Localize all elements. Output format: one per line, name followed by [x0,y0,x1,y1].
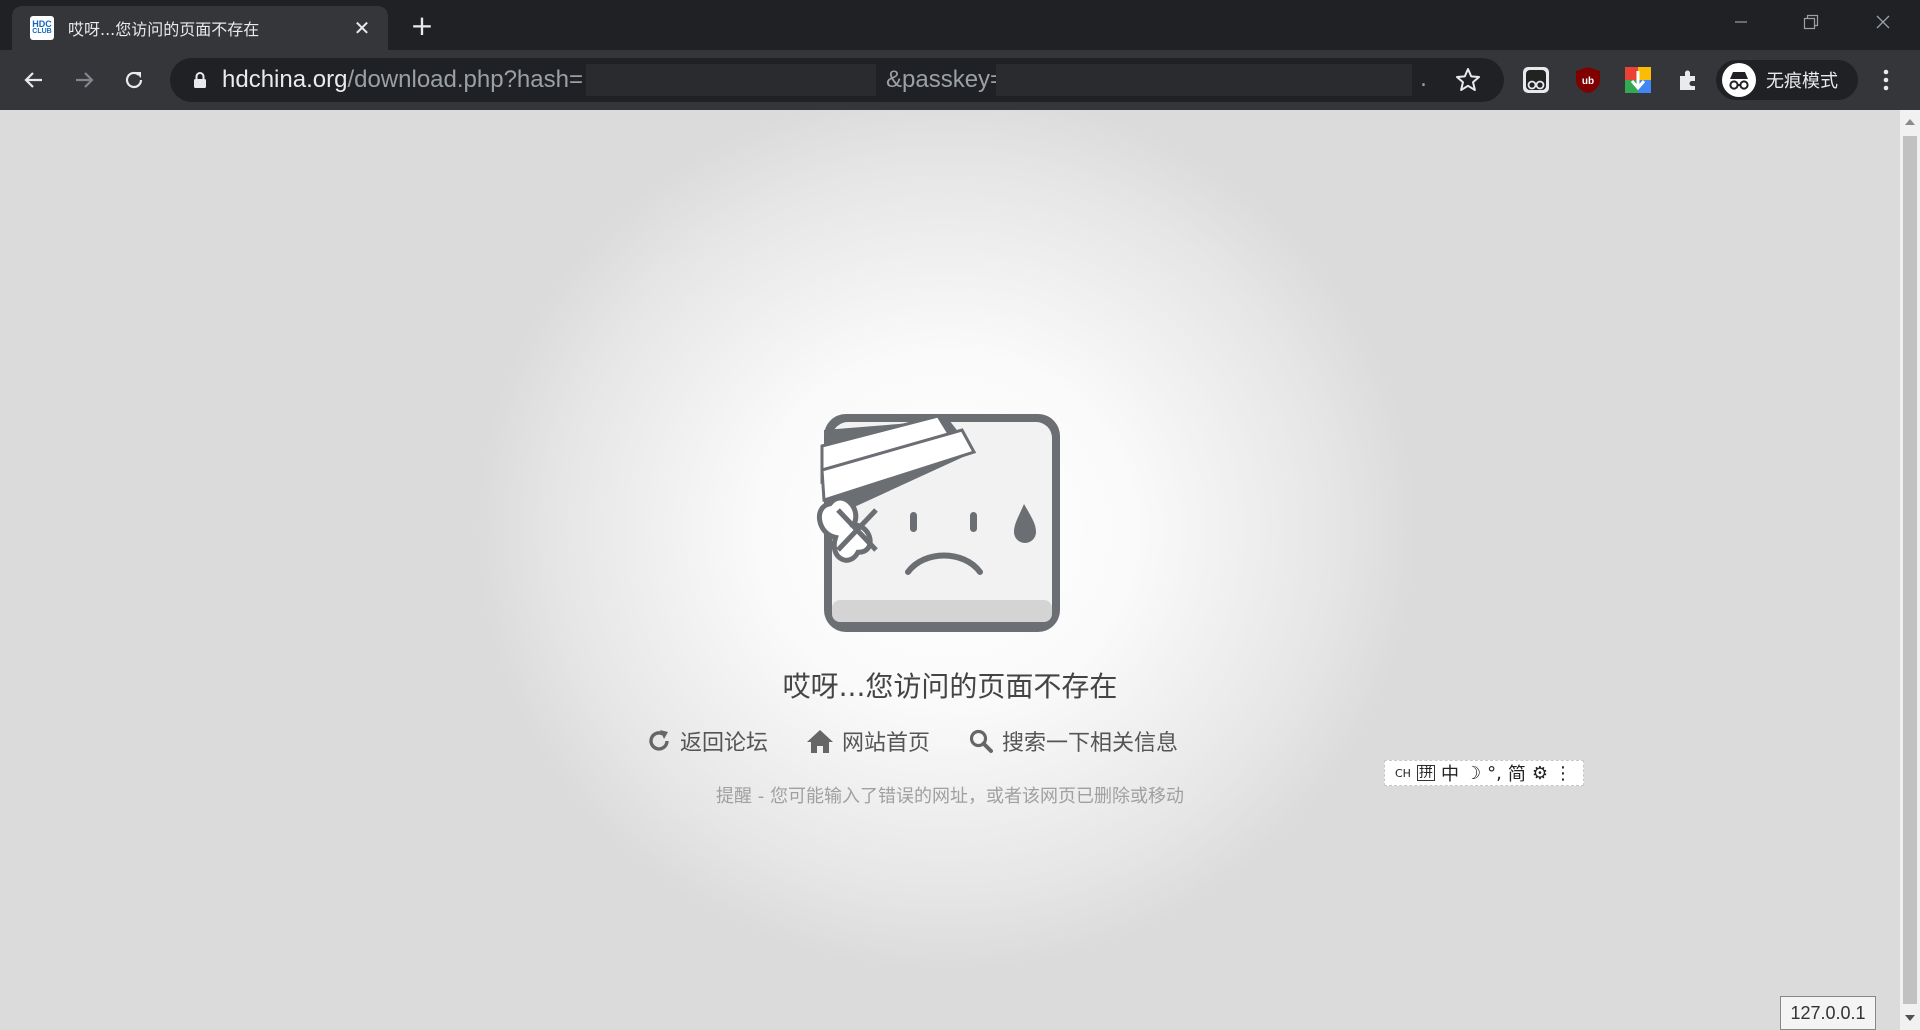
redacted-hash [586,64,876,96]
error-title: 哎呀...您访问的页面不存在 [782,670,1118,703]
incognito-label: 无痕模式 [1766,71,1838,92]
refresh-icon [649,730,669,751]
ime-more-icon[interactable]: ⋮ [1554,763,1572,784]
tab-close-button[interactable]: ✕ [350,16,374,40]
extension-download-helper[interactable] [1622,64,1654,96]
extensions-button[interactable] [1672,64,1704,96]
home-icon [807,730,834,753]
url-text: hdchina.org/download.php?hash= [222,66,583,93]
bandaged-sad-face-icon [817,414,1060,632]
restore-icon [1803,14,1819,30]
extension-tampermonkey[interactable] [1520,64,1552,96]
ime-toolbar[interactable]: CH 拼 中 ☽ °, 简 ⚙ ⋮ [1384,760,1584,786]
triangle-up-icon [1905,119,1915,125]
tampermonkey-icon [1523,67,1549,93]
address-bar[interactable]: hdchina.org/download.php?hash= &passkey=… [170,58,1504,102]
incognito-icon [1722,63,1756,97]
lock-icon [194,72,206,88]
ime-lang-toggle[interactable]: CH [1395,767,1411,780]
homepage-label: 网站首页 [842,731,931,756]
vertical-scrollbar[interactable] [1900,110,1920,1030]
download-arrow-icon [1625,67,1651,93]
url-tail: . [1420,67,1427,92]
puzzle-icon [1680,70,1695,90]
tab-title: 哎呀...您访问的页面不存在 [68,20,260,39]
extension-ublock[interactable]: ub [1572,64,1604,96]
reload-button[interactable] [114,60,154,100]
bookmark-star-icon[interactable] [1454,66,1482,94]
error-hint: 提醒 - 您可能输入了错误的网址，或者该网页已删除或移动 [716,786,1184,807]
search-info-link[interactable]: 搜索一下相关信息 [968,725,1178,757]
forward-button[interactable] [64,60,104,100]
restore-button[interactable] [1776,0,1846,44]
svg-text:ub: ub [1582,76,1594,87]
search-icon [969,729,994,753]
scroll-down-button[interactable] [1900,1008,1920,1028]
close-icon [1876,15,1890,29]
ip-address-badge: 127.0.0.1 [1780,996,1876,1030]
url-passkey-text: &passkey= [886,66,1005,93]
browser-toolbar: hdchina.org/download.php?hash= &passkey=… [0,50,1920,110]
tab-strip: HDC CLUB 哎呀...您访问的页面不存在 ✕ + [0,0,1920,50]
incognito-profile-button[interactable]: 无痕模式 [1716,60,1858,100]
hdc-favicon-icon: HDC CLUB [30,16,54,40]
scroll-up-button[interactable] [1900,112,1920,132]
close-window-button[interactable] [1848,0,1918,44]
new-tab-button[interactable]: + [406,9,438,42]
ime-chinese-mode[interactable]: 中 [1441,760,1459,786]
kebab-menu-icon [1883,69,1889,91]
back-to-forum-link[interactable]: 返回论坛 [646,725,768,757]
ime-pinyin-toggle[interactable]: 拼 [1416,765,1435,781]
ime-simplified-toggle[interactable]: 简 [1508,760,1526,786]
minimize-button[interactable] [1706,0,1776,44]
arrow-right-icon [76,72,94,88]
page-content: 哎呀...您访问的页面不存在 返回论坛 网站首页 搜索一下相关信息 提醒 - 您… [0,110,1900,1030]
error-links: 返回论坛 网站首页 搜索一下相关信息 [646,724,1216,758]
minimize-icon [1735,21,1747,23]
search-info-label: 搜索一下相关信息 [1002,731,1179,756]
arrow-left-icon [24,72,42,88]
back-button[interactable] [14,60,54,100]
triangle-down-icon [1905,1015,1915,1021]
ime-settings-icon[interactable]: ⚙ [1532,763,1548,784]
ime-punctuation-icon[interactable]: °, [1487,763,1502,784]
scroll-thumb[interactable] [1903,136,1917,1004]
ime-halfwidth-icon[interactable]: ☽ [1465,763,1481,784]
redacted-passkey [996,64,1412,96]
back-to-forum-label: 返回论坛 [680,731,769,756]
reload-icon [125,71,143,89]
browser-menu-button[interactable] [1870,64,1902,96]
browser-tab[interactable]: HDC CLUB 哎呀...您访问的页面不存在 ✕ [12,6,388,50]
ublock-shield-icon: ub [1576,67,1600,93]
homepage-link[interactable]: 网站首页 [806,725,930,757]
